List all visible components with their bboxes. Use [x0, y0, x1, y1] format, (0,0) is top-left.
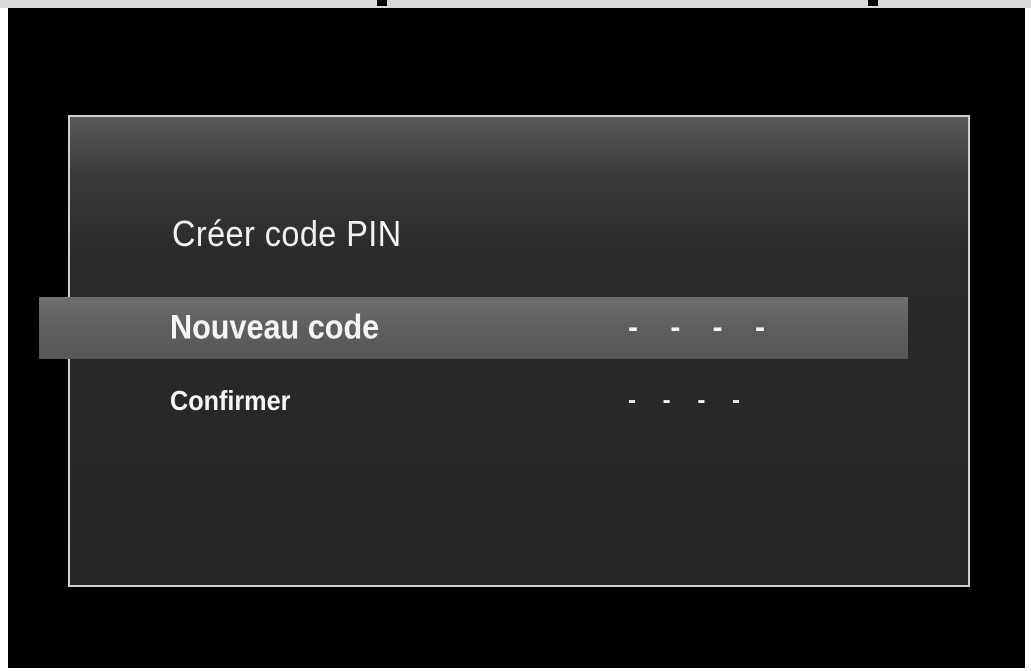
top-edge-mark-left: [377, 0, 387, 6]
confirm-label: Confirmer: [170, 385, 291, 416]
new-code-input[interactable]: - - - -: [628, 311, 777, 345]
confirm-code-input[interactable]: - - - -: [628, 387, 750, 415]
top-edge-mark-right: [868, 0, 878, 6]
new-code-label: Nouveau code: [170, 308, 380, 347]
new-code-row[interactable]: Nouveau code - - - -: [39, 297, 908, 359]
top-edge-strip: [0, 0, 1031, 8]
tv-screen: Créer code PIN Nouveau code - - - - Conf…: [8, 8, 1025, 668]
dialog-title: Créer code PIN: [172, 213, 402, 254]
confirm-row[interactable]: Confirmer - - - -: [39, 370, 908, 432]
